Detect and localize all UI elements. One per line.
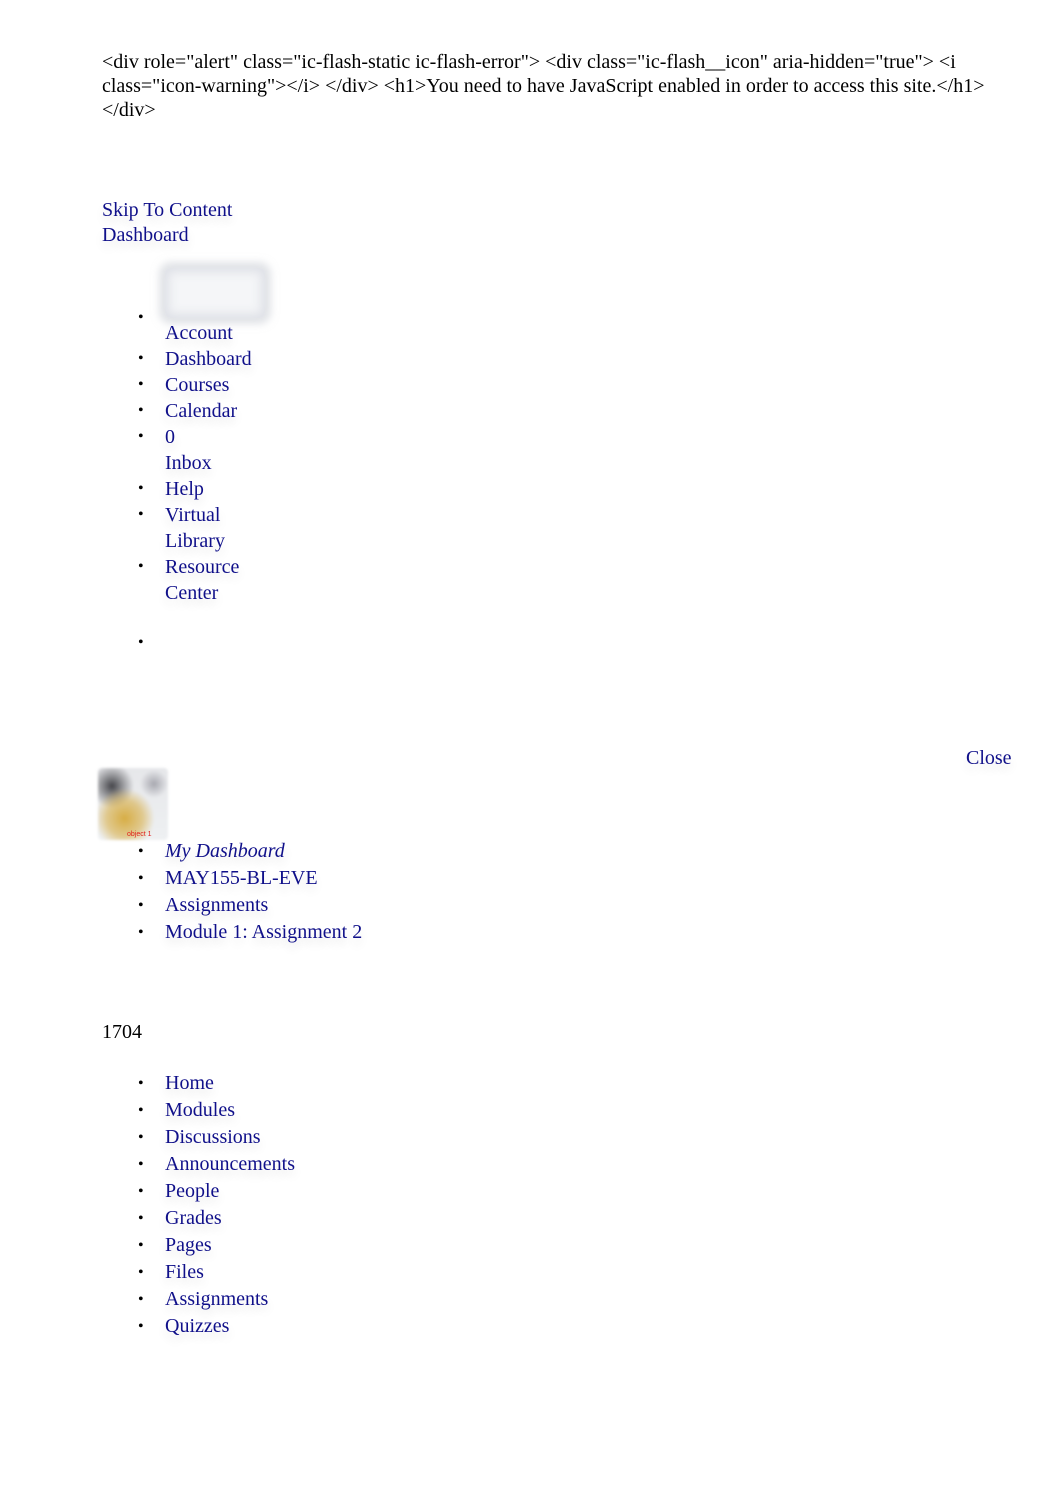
bullet: •	[138, 402, 144, 419]
bullet: •	[138, 1318, 144, 1335]
bullet: •	[138, 1156, 144, 1173]
breadcrumb-assignments[interactable]: Assignments	[165, 894, 268, 916]
inbox-link[interactable]: 0 Inbox	[165, 424, 402, 476]
course-nav-link[interactable]: Announcements	[165, 1153, 295, 1175]
bullet: •	[138, 506, 144, 523]
bullet: •	[138, 1237, 144, 1254]
resource-center-label-line1: Resource	[165, 556, 240, 578]
course-nav-item-grades[interactable]: • Grades	[102, 1205, 402, 1232]
course-logo-image[interactable]	[98, 768, 168, 840]
course-number-text: 1704	[102, 1021, 142, 1043]
course-nav-link[interactable]: People	[165, 1180, 219, 1202]
breadcrumb-course[interactable]: MAY155-BL-EVE	[165, 867, 318, 889]
dashboard-home-link[interactable]: Dashboard	[102, 223, 189, 248]
bullet: •	[138, 1264, 144, 1281]
bullet: •	[138, 1129, 144, 1146]
bullet: •	[138, 1102, 144, 1119]
account-link[interactable]: Account	[165, 322, 233, 344]
noscript-warning-text: <div role="alert" class="ic-flash-static…	[102, 51, 985, 121]
calendar-link[interactable]: Calendar	[165, 400, 237, 422]
bullet: •	[138, 558, 144, 575]
inbox-unread-badge: 0	[165, 426, 175, 448]
course-nav-link[interactable]: Grades	[165, 1207, 222, 1229]
virtual-library-label-line1: Virtual	[165, 504, 221, 526]
bullet: •	[138, 1075, 144, 1092]
inbox-label: Inbox	[165, 452, 212, 474]
virtual-library-link[interactable]: Virtual Library	[165, 502, 402, 554]
bullet: •	[138, 1183, 144, 1200]
breadcrumb-item[interactable]: • My Dashboard	[102, 838, 502, 865]
breadcrumb: • My Dashboard • MAY155-BL-EVE • Assignm…	[102, 838, 502, 946]
close-button[interactable]: Close	[966, 746, 1012, 771]
global-nav-item-resource-center[interactable]: • Resource Center	[102, 554, 402, 606]
global-nav-item-empty: •	[102, 630, 402, 656]
global-nav-item-calendar[interactable]: • Calendar	[102, 398, 402, 424]
bullet: •	[138, 897, 144, 914]
course-nav-item-home[interactable]: • Home	[102, 1070, 402, 1097]
bullet: •	[138, 376, 144, 393]
global-nav-item-virtual-library[interactable]: • Virtual Library	[102, 502, 402, 554]
bullet: •	[138, 1291, 144, 1308]
course-nav-link[interactable]: Assignments	[165, 1288, 268, 1310]
breadcrumb-my-dashboard[interactable]: My Dashboard	[165, 840, 285, 862]
breadcrumb-item[interactable]: • Module 1: Assignment 2	[102, 919, 502, 946]
course-nav-link[interactable]: Pages	[165, 1234, 212, 1256]
resource-center-label-line2: Center	[165, 582, 219, 604]
bullet: •	[138, 1210, 144, 1227]
bullet: •	[138, 480, 144, 497]
global-nav-item-courses[interactable]: • Courses	[102, 372, 402, 398]
course-nav-item-assignments[interactable]: • Assignments	[102, 1286, 402, 1313]
course-nav-link[interactable]: Files	[165, 1261, 204, 1283]
course-nav-link[interactable]: Quizzes	[165, 1315, 229, 1337]
course-nav-link[interactable]: Home	[165, 1072, 214, 1094]
course-nav-item-quizzes[interactable]: • Quizzes	[102, 1313, 402, 1340]
course-nav-item-people[interactable]: • People	[102, 1178, 402, 1205]
course-nav-item-modules[interactable]: • Modules	[102, 1097, 402, 1124]
help-link[interactable]: Help	[165, 478, 204, 500]
bullet: •	[138, 309, 144, 326]
breadcrumb-current-assignment[interactable]: Module 1: Assignment 2	[165, 921, 362, 943]
avatar-icon[interactable]	[165, 268, 265, 318]
course-nav-link[interactable]: Discussions	[165, 1126, 261, 1148]
global-nav-item-help[interactable]: • Help	[102, 476, 402, 502]
bullet: •	[138, 870, 144, 887]
dashboard-link[interactable]: Dashboard	[165, 348, 252, 370]
global-nav-item-inbox[interactable]: • 0 Inbox	[102, 424, 402, 476]
course-nav-item-discussions[interactable]: • Discussions	[102, 1124, 402, 1151]
bullet: •	[138, 350, 144, 367]
course-navigation: • Home • Modules • Discussions • Announc…	[102, 1070, 402, 1340]
course-nav-item-pages[interactable]: • Pages	[102, 1232, 402, 1259]
resource-center-link[interactable]: Resource Center	[165, 554, 402, 606]
courses-link[interactable]: Courses	[165, 374, 229, 396]
course-nav-item-announcements[interactable]: • Announcements	[102, 1151, 402, 1178]
virtual-library-label-line2: Library	[165, 530, 225, 552]
course-nav-item-files[interactable]: • Files	[102, 1259, 402, 1286]
bullet: •	[138, 843, 144, 860]
global-nav-item-account[interactable]: • Account	[102, 268, 402, 346]
global-nav-item-dashboard[interactable]: • Dashboard	[102, 346, 402, 372]
global-navigation: • Account • Dashboard • Courses • Calend…	[102, 268, 402, 656]
breadcrumb-item[interactable]: • Assignments	[102, 892, 502, 919]
bullet: •	[138, 634, 144, 651]
skip-to-content-link[interactable]: Skip To Content	[102, 198, 232, 223]
breadcrumb-item[interactable]: • MAY155-BL-EVE	[102, 865, 502, 892]
bullet: •	[138, 428, 144, 445]
bullet: •	[138, 924, 144, 941]
course-nav-link[interactable]: Modules	[165, 1099, 235, 1121]
